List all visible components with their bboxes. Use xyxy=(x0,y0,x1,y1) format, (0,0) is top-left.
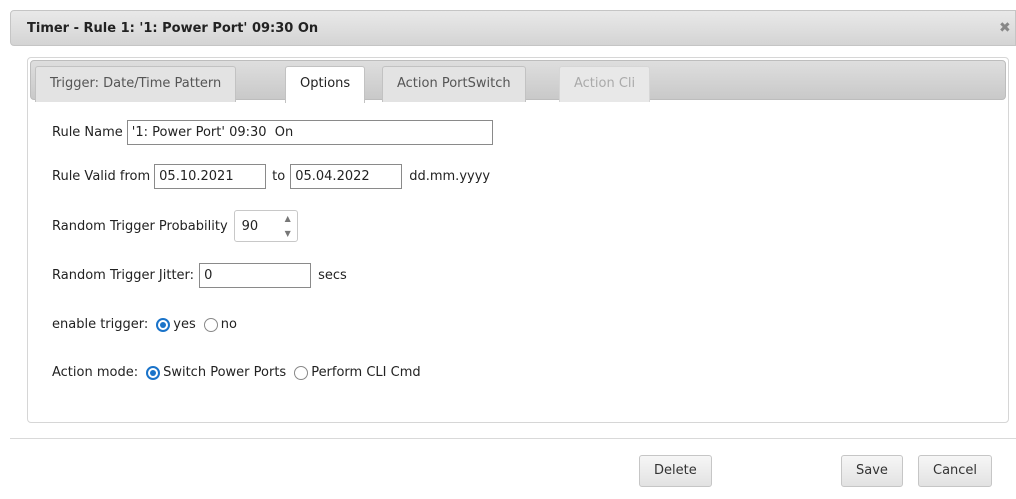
rule-name-input[interactable] xyxy=(126,120,493,145)
perform-cli-cmd-label[interactable]: Perform CLI Cmd xyxy=(311,365,420,380)
tab-trigger-date-time-pattern[interactable]: Trigger: Date/Time Pattern xyxy=(35,66,237,102)
enable-trigger-row: enable trigger: yes no xyxy=(52,317,237,332)
spinner-up-icon[interactable]: ▲ xyxy=(279,211,297,226)
timer-dialog: Timer - Rule 1: '1: Power Port' 09:30 On… xyxy=(0,0,1016,499)
valid-from-input[interactable] xyxy=(154,164,267,189)
perform-cli-cmd-radio[interactable] xyxy=(294,365,309,380)
valid-to-input[interactable] xyxy=(290,164,403,189)
close-icon[interactable]: ✖ xyxy=(999,20,1013,36)
tabs-panel: Trigger: Date/Time Pattern Options Actio… xyxy=(27,57,1009,423)
enable-trigger-label: enable trigger: xyxy=(52,317,149,332)
spinner-down-icon[interactable]: ▼ xyxy=(279,226,297,241)
rule-name-label: Rule Name xyxy=(52,125,123,140)
probability-label: Random Trigger Probability xyxy=(52,218,228,234)
probability-value[interactable]: 90 xyxy=(235,211,279,241)
probability-spinner[interactable]: 90 ▲ ▼ xyxy=(233,210,298,242)
jitter-input[interactable] xyxy=(199,263,312,288)
spinner-buttons: ▲ ▼ xyxy=(279,211,297,241)
enable-no-radio[interactable] xyxy=(203,317,218,332)
action-mode-row: Action mode: Switch Power Ports Perform … xyxy=(52,365,421,380)
valid-to-label: to xyxy=(272,169,286,184)
tab-action-cli: Action Cli xyxy=(559,66,651,102)
dialog-titlebar[interactable]: Timer - Rule 1: '1: Power Port' 09:30 On… xyxy=(10,10,1016,46)
action-mode-label: Action mode: xyxy=(52,365,139,380)
tab-bar: Trigger: Date/Time Pattern Options Actio… xyxy=(30,60,1006,103)
enable-no-label[interactable]: no xyxy=(221,317,237,332)
dialog-title: Timer - Rule 1: '1: Power Port' 09:30 On xyxy=(27,21,319,36)
tab-action-portswitch[interactable]: Action PortSwitch xyxy=(382,66,526,102)
jitter-label: Random Trigger Jitter: xyxy=(52,268,195,283)
rule-valid-row: Rule Valid from to dd.mm.yyyy xyxy=(52,164,490,189)
date-format-hint: dd.mm.yyyy xyxy=(409,169,491,184)
enable-yes-radio[interactable] xyxy=(156,317,171,332)
switch-power-ports-radio[interactable] xyxy=(146,365,161,380)
tab-options[interactable]: Options xyxy=(285,66,366,103)
jitter-row: Random Trigger Jitter: secs xyxy=(52,263,347,288)
delete-button[interactable]: Delete xyxy=(639,455,712,487)
rule-valid-from-label: Rule Valid from xyxy=(52,169,151,184)
cancel-button[interactable]: Cancel xyxy=(918,455,993,487)
enable-yes-label[interactable]: yes xyxy=(173,317,195,332)
footer-divider xyxy=(10,438,1016,439)
jitter-unit: secs xyxy=(318,268,347,283)
save-button[interactable]: Save xyxy=(841,455,903,487)
rule-name-row: Rule Name xyxy=(52,120,493,145)
switch-power-ports-label[interactable]: Switch Power Ports xyxy=(163,365,286,380)
probability-row: Random Trigger Probability 90 ▲ ▼ xyxy=(52,210,298,242)
